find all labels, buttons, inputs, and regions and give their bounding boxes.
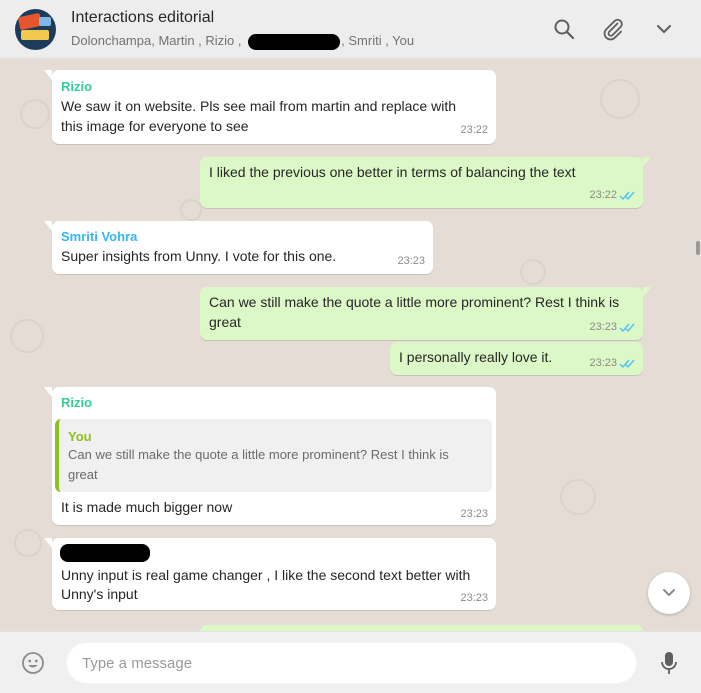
wallpaper-doodle: [180, 199, 202, 221]
message-text: Can we still make the quote a little mor…: [209, 294, 620, 310]
wallpaper-doodle: [560, 479, 596, 515]
message-text: Super insights from Unny. I vote for thi…: [61, 248, 337, 264]
message-sender: Smriti Vohra: [61, 229, 138, 244]
members-text: , Smriti , You: [341, 33, 415, 48]
avatar-graphic: [21, 30, 49, 40]
group-members: Dolonchampa, Martin , Rizio , , Smriti ,…: [71, 33, 414, 50]
quoted-text: great: [68, 467, 98, 482]
message-time: 23:23: [589, 357, 617, 369]
redacted-member-name: [248, 33, 341, 50]
read-receipt-icon: [619, 323, 635, 333]
scrollbar[interactable]: [696, 241, 700, 255]
message-input[interactable]: [82, 652, 622, 674]
message-bubble-outgoing[interactable]: I liked the previous one better in terms…: [200, 157, 651, 208]
group-avatar[interactable]: [15, 9, 56, 50]
emoji-icon[interactable]: [21, 651, 45, 675]
message-bubble-incoming[interactable]: Rizio We saw it on website. Pls see mail…: [44, 70, 496, 144]
wallpaper-doodle: [14, 529, 42, 557]
members-text: Dolonchampa, Martin , Rizio ,: [71, 33, 242, 48]
chevron-down-icon: [663, 589, 675, 596]
message-time: 23:23: [397, 255, 425, 267]
chat-title[interactable]: Interactions editorial: [71, 9, 214, 27]
wallpaper-doodle: [10, 319, 44, 353]
message-input-box[interactable]: [66, 642, 637, 684]
search-icon[interactable]: [552, 17, 576, 41]
message-text: great: [209, 314, 241, 330]
attach-icon[interactable]: [601, 17, 625, 41]
message-time: 23:23: [460, 508, 488, 520]
avatar-graphic: [39, 17, 51, 26]
chat-header[interactable]: Interactions editorial Dolonchampa, Mart…: [0, 0, 701, 59]
message-bubble-incoming[interactable]: Unny input is real game changer , I like…: [44, 538, 496, 610]
message-text: We saw it on website. Pls see mail from …: [61, 98, 457, 114]
message-time: 23:22: [460, 124, 488, 136]
message-sender: Rizio: [61, 395, 93, 410]
message-bubble-incoming[interactable]: Rizio You Can we still make the quote a …: [44, 387, 496, 525]
microphone-icon[interactable]: [658, 650, 680, 676]
message-text: It is made much bigger now: [61, 499, 233, 515]
read-receipt-icon: [619, 191, 635, 201]
quoted-text: Can we still make the quote a little mor…: [68, 447, 449, 462]
redacted-sender-name: [60, 544, 150, 562]
wallpaper-doodle: [520, 259, 546, 285]
message-bubble-incoming[interactable]: Smriti Vohra Super insights from Unny. I…: [44, 221, 433, 274]
wallpaper-doodle: [20, 99, 50, 129]
scroll-to-bottom-button[interactable]: [648, 572, 690, 614]
message-time: 23:23: [460, 592, 488, 604]
message-sender: Rizio: [61, 79, 93, 94]
wallpaper-doodle: [600, 79, 640, 119]
message-time: 23:23: [589, 321, 617, 333]
message-text: this image for everyone to see: [61, 118, 249, 134]
message-time: 23:22: [589, 189, 617, 201]
message-text: I liked the previous one better in terms…: [209, 164, 576, 180]
message-bubble-outgoing[interactable]: I personally really love it. 23:23: [390, 342, 643, 375]
message-bubble-outgoing[interactable]: Can we still make the quote a little mor…: [200, 287, 651, 340]
message-text: I personally really love it.: [399, 349, 553, 365]
quoted-sender: You: [68, 429, 92, 444]
quoted-message[interactable]: You Can we still make the quote a little…: [55, 419, 492, 492]
read-receipt-icon: [619, 359, 635, 369]
message-text: Unny input is real game changer , I like…: [61, 567, 471, 583]
message-list[interactable]: Rizio We saw it on website. Pls see mail…: [0, 59, 701, 631]
composer-bar: [0, 631, 701, 693]
chevron-down-icon[interactable]: [652, 17, 676, 41]
message-text: Unny's input: [61, 586, 138, 602]
